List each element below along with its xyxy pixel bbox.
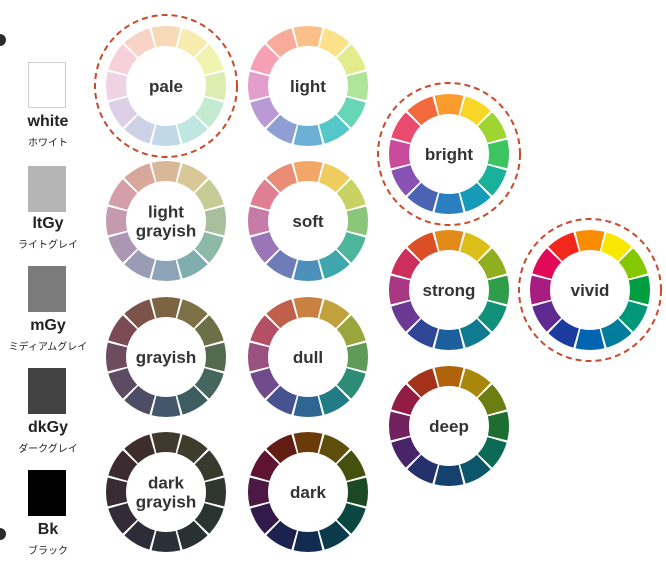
gray-jp-ltgy: ライトグレイ <box>18 240 78 251</box>
gray-name-mgy: mGy <box>30 317 66 334</box>
hue-segment <box>487 275 509 305</box>
hue-segment <box>346 71 369 101</box>
tone-label-bright: bright <box>425 145 473 164</box>
tone-wheel-pale: pale <box>94 14 238 158</box>
hue-segment <box>151 161 181 183</box>
hue-segment <box>530 275 552 305</box>
hue-segment <box>105 342 128 372</box>
hue-segment <box>293 25 323 48</box>
hue-segment <box>487 411 509 441</box>
tone-label-dark: dark <box>290 483 326 502</box>
tone-label-grayish: grayish <box>136 348 196 367</box>
hue-segment <box>151 259 181 282</box>
swatch-mgy <box>28 266 66 312</box>
hue-segment <box>151 25 181 48</box>
hue-segment <box>204 206 227 236</box>
hue-segment <box>434 366 464 388</box>
gray-name-bk: Bk <box>37 521 59 538</box>
hue-segment <box>293 124 323 146</box>
hue-segment <box>575 230 605 252</box>
hue-segment <box>293 297 323 319</box>
swatch-dkgy <box>28 368 66 414</box>
hue-segment <box>434 192 464 215</box>
gray-name-dkgy: dkGy <box>27 419 68 436</box>
hue-segment <box>434 229 464 252</box>
gray-name-ltgy: ltGy <box>32 215 64 232</box>
tone-diagram: pale light bright vivid light grayish soft stro… <box>0 0 666 573</box>
hue-segment <box>151 124 181 147</box>
hue-segment <box>105 71 128 101</box>
tone-wheel-dull: dull <box>247 297 369 418</box>
hue-segment <box>151 297 181 319</box>
swatch-white <box>28 62 66 108</box>
hue-segment <box>247 71 270 101</box>
tone-wheel-dkgy: dark grayish <box>106 431 227 553</box>
hue-segment <box>106 206 128 236</box>
hue-segment <box>346 477 368 507</box>
tone-label-deep: deep <box>429 417 469 436</box>
hue-segment <box>151 395 181 418</box>
tone-wheel-dark: dark <box>247 431 368 552</box>
tone-wheel-vivid: vivid <box>518 218 662 362</box>
hue-segment <box>487 139 509 169</box>
hue-segment <box>628 275 651 305</box>
hue-segment <box>434 464 464 486</box>
hue-segment <box>389 411 411 441</box>
tone-label-pale: pale <box>149 77 183 96</box>
hue-segment <box>575 328 605 350</box>
hue-segment <box>293 530 323 552</box>
hue-segment <box>151 530 181 553</box>
swatch-ltgy <box>28 166 66 212</box>
hue-segment <box>293 431 323 454</box>
hue-segment <box>248 206 270 236</box>
hue-segment <box>151 431 181 454</box>
hue-segment <box>204 342 227 372</box>
tone-wheel-light: light <box>247 25 369 146</box>
tone-wheel-ltgy: light grayish <box>106 161 227 282</box>
gray-name-white: white <box>27 113 69 130</box>
tone-wheel-soft: soft <box>248 161 369 282</box>
tone-label-ltgy: light grayish <box>136 203 196 241</box>
tone-wheel-grayish: grayish <box>105 297 227 418</box>
gray-jp-dkgy: ダークグレイ <box>18 444 78 455</box>
tone-label-dull: dull <box>293 348 323 367</box>
hue-segment <box>389 275 411 305</box>
gray-jp-mgy: ミディアムグレイ <box>8 342 88 353</box>
hue-segment <box>346 342 369 372</box>
hue-segment <box>389 139 411 169</box>
hue-segment <box>293 259 323 282</box>
tone-label-vivid: vivid <box>571 281 610 300</box>
hue-segment <box>106 477 128 507</box>
tone-wheel-bright: bright <box>377 82 521 226</box>
hue-segment <box>293 395 323 418</box>
tone-label-strong: strong <box>423 281 476 300</box>
hue-segment <box>247 477 270 507</box>
gray-jp-bk: ブラック <box>28 546 68 557</box>
tone-wheels: pale light bright vivid light grayish soft stro… <box>94 14 662 553</box>
tone-wheel-strong: strong <box>389 229 509 350</box>
hue-segment <box>434 94 464 116</box>
hue-segment <box>247 342 270 372</box>
hue-segment <box>204 71 227 101</box>
hue-segment <box>346 206 369 236</box>
tone-label-light: light <box>290 77 326 96</box>
hue-segment <box>204 477 227 507</box>
hue-segment <box>434 328 464 350</box>
tone-label-dkgy: dark grayish <box>136 474 196 512</box>
hue-segment <box>293 161 323 183</box>
tone-wheel-deep: deep <box>389 366 509 486</box>
swatch-bk <box>28 470 66 516</box>
gray-jp-white: ホワイト <box>28 138 68 149</box>
tone-label-soft: soft <box>292 212 324 231</box>
